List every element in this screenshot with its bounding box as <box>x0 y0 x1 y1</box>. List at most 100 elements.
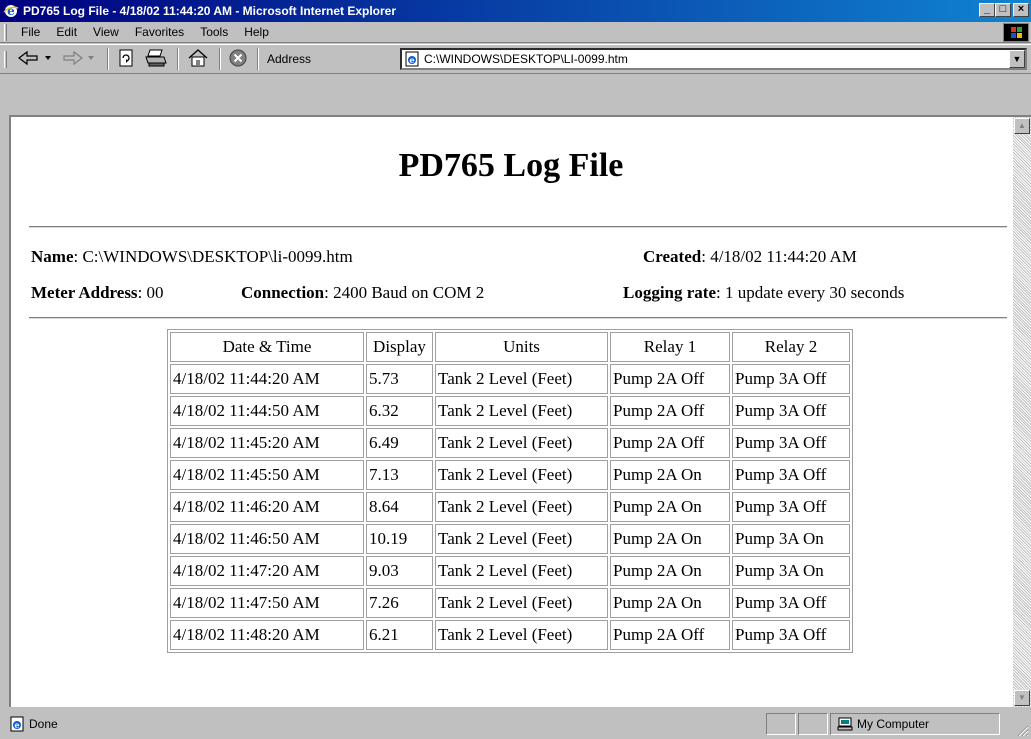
zone-label: My Computer <box>857 717 930 731</box>
maximize-button[interactable]: □ <box>995 3 1011 17</box>
name-info: Name: C:\WINDOWS\DESKTOP\li-0099.htm <box>31 247 353 267</box>
cell-relay-2: Pump 3A Off <box>732 620 850 650</box>
meter-label: Meter Address <box>31 283 138 302</box>
back-button[interactable] <box>13 47 57 71</box>
cell-display: 6.21 <box>366 620 433 650</box>
status-text: Done <box>29 717 58 731</box>
cell-date-time: 4/18/02 11:45:50 AM <box>170 460 364 490</box>
menu-favorites[interactable]: Favorites <box>127 25 192 39</box>
cell-relay-1: Pump 2A Off <box>610 364 730 394</box>
table-row: 4/18/02 11:47:50 AM 7.26 Tank 2 Level (F… <box>170 588 850 618</box>
menu-view[interactable]: View <box>85 25 127 39</box>
page-icon: e <box>404 51 420 67</box>
cell-relay-2: Pump 3A On <box>732 524 850 554</box>
toolbar-grip[interactable] <box>4 50 7 68</box>
menu-help[interactable]: Help <box>236 25 277 39</box>
menu-file[interactable]: File <box>13 25 48 39</box>
status-panel-blank <box>766 713 796 735</box>
resize-grip-icon[interactable] <box>1015 723 1029 737</box>
close-button[interactable]: × <box>1013 3 1029 17</box>
cell-relay-1: Pump 2A On <box>610 492 730 522</box>
cell-relay-1: Pump 2A On <box>610 556 730 586</box>
stop-button[interactable] <box>225 47 251 71</box>
connection-info: Connection: 2400 Baud on COM 2 <box>241 283 484 303</box>
cell-relay-2: Pump 3A On <box>732 556 850 586</box>
page-content: PD765 Log File Name: C:\WINDOWS\DESKTOP\… <box>11 117 1011 707</box>
content-frame: PD765 Log File Name: C:\WINDOWS\DESKTOP\… <box>9 115 1031 707</box>
cell-relay-1: Pump 2A On <box>610 524 730 554</box>
home-button[interactable] <box>183 47 213 71</box>
page-done-icon: e <box>9 716 25 732</box>
arrow-down-icon: ▼ <box>1018 693 1026 702</box>
status-panel-blank <box>798 713 828 735</box>
zone-panel: My Computer <box>830 713 1000 735</box>
logging-info: Logging rate: 1 update every 30 seconds <box>623 283 904 303</box>
address-input[interactable]: C:\WINDOWS\DESKTOP\LI-0099.htm <box>424 52 628 66</box>
menu-edit[interactable]: Edit <box>48 25 85 39</box>
cell-relay-2: Pump 3A Off <box>732 460 850 490</box>
status-bar: e Done My Computer <box>0 709 1031 739</box>
menu-grip[interactable] <box>4 23 7 41</box>
name-value: : C:\WINDOWS\DESKTOP\li-0099.htm <box>73 247 353 266</box>
cell-date-time: 4/18/02 11:47:50 AM <box>170 588 364 618</box>
scroll-down-button[interactable]: ▼ <box>1014 690 1030 706</box>
logging-label: Logging rate <box>623 283 717 302</box>
cell-display: 5.73 <box>366 364 433 394</box>
cell-relay-1: Pump 2A Off <box>610 620 730 650</box>
table-row: 4/18/02 11:44:20 AM 5.73 Tank 2 Level (F… <box>170 364 850 394</box>
connection-value: : 2400 Baud on COM 2 <box>324 283 485 302</box>
menu-tools[interactable]: Tools <box>192 25 236 39</box>
cell-units: Tank 2 Level (Feet) <box>435 524 608 554</box>
status-text-panel: e Done <box>2 713 764 735</box>
divider <box>29 317 1007 319</box>
address-bar[interactable]: e C:\WINDOWS\DESKTOP\LI-0099.htm ▼ <box>400 48 1027 70</box>
cell-units: Tank 2 Level (Feet) <box>435 620 608 650</box>
window-title: PD765 Log File - 4/18/02 11:44:20 AM - M… <box>23 4 397 18</box>
cell-units: Tank 2 Level (Feet) <box>435 492 608 522</box>
divider <box>29 226 1007 228</box>
back-icon <box>15 49 55 70</box>
header-relay-1: Relay 1 <box>610 332 730 362</box>
cell-relay-1: Pump 2A Off <box>610 396 730 426</box>
table-row: 4/18/02 11:45:20 AM 6.49 Tank 2 Level (F… <box>170 428 850 458</box>
home-icon <box>187 48 209 71</box>
print-button[interactable] <box>141 47 171 71</box>
cell-date-time: 4/18/02 11:45:20 AM <box>170 428 364 458</box>
stop-icon <box>228 48 248 71</box>
header-display: Display <box>366 332 433 362</box>
created-label: Created <box>643 247 702 266</box>
scroll-up-button[interactable]: ▲ <box>1014 118 1030 134</box>
meter-info: Meter Address: 00 <box>31 283 164 303</box>
print-icon <box>144 48 168 71</box>
cell-display: 9.03 <box>366 556 433 586</box>
svg-text:e: e <box>14 720 19 730</box>
cell-relay-1: Pump 2A On <box>610 588 730 618</box>
table-row: 4/18/02 11:47:20 AM 9.03 Tank 2 Level (F… <box>170 556 850 586</box>
cell-units: Tank 2 Level (Feet) <box>435 556 608 586</box>
title-bar[interactable]: e PD765 Log File - 4/18/02 11:44:20 AM -… <box>0 0 1031 22</box>
windows-logo-icon <box>1003 23 1029 42</box>
log-table: Date & Time Display Units Relay 1 Relay … <box>167 329 853 653</box>
ie-logo-icon: e <box>3 3 19 19</box>
header-units: Units <box>435 332 608 362</box>
address-dropdown-button[interactable]: ▼ <box>1009 50 1025 68</box>
menu-bar: File Edit View Favorites Tools Help <box>0 22 1031 43</box>
arrow-up-icon: ▲ <box>1018 121 1026 130</box>
cell-relay-2: Pump 3A Off <box>732 428 850 458</box>
cell-relay-2: Pump 3A Off <box>732 588 850 618</box>
cell-units: Tank 2 Level (Feet) <box>435 364 608 394</box>
toolbar-separator <box>219 48 221 70</box>
logging-value: : 1 update every 30 seconds <box>716 283 905 302</box>
refresh-button[interactable] <box>113 47 139 71</box>
cell-date-time: 4/18/02 11:48:20 AM <box>170 620 364 650</box>
minimize-button[interactable]: _ <box>979 3 995 17</box>
vertical-scrollbar[interactable]: ▲ ▼ <box>1013 117 1031 707</box>
table-row: 4/18/02 11:48:20 AM 6.21 Tank 2 Level (F… <box>170 620 850 650</box>
cell-date-time: 4/18/02 11:47:20 AM <box>170 556 364 586</box>
forward-button[interactable] <box>59 47 101 71</box>
toolbar-separator <box>177 48 179 70</box>
created-value: : 4/18/02 11:44:20 AM <box>701 247 857 266</box>
header-date-time: Date & Time <box>170 332 364 362</box>
cell-date-time: 4/18/02 11:46:50 AM <box>170 524 364 554</box>
cell-units: Tank 2 Level (Feet) <box>435 460 608 490</box>
